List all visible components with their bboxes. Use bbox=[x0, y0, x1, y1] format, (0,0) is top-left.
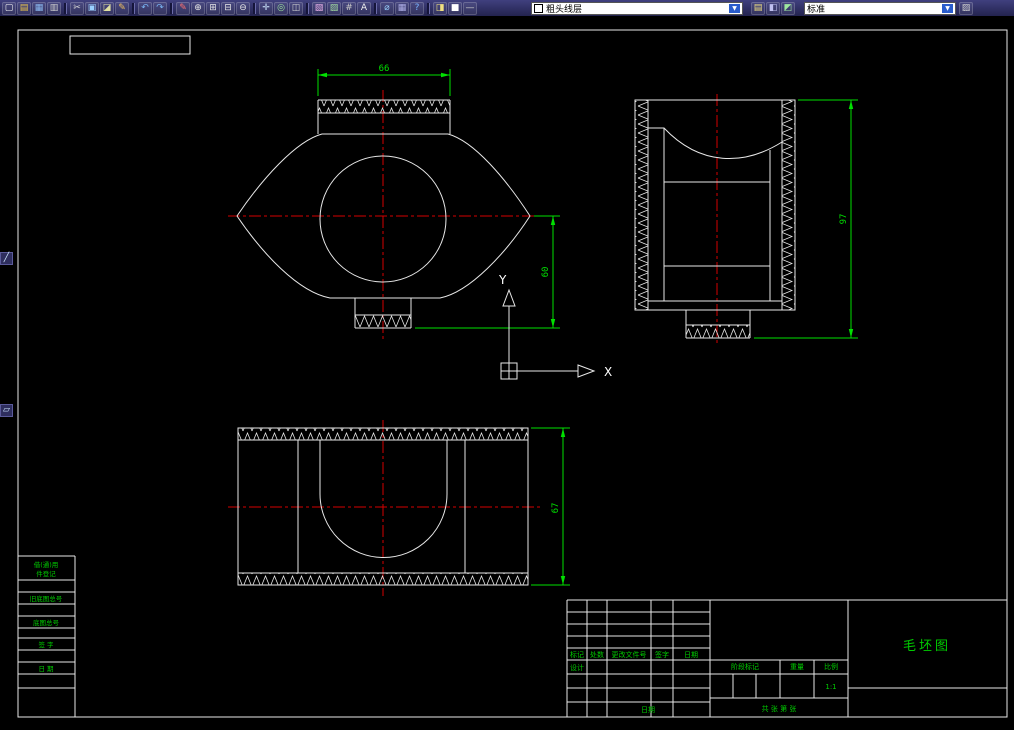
orbit-icon[interactable]: ◎ bbox=[274, 1, 288, 15]
rev-header-signature: 签字 bbox=[655, 650, 669, 659]
zoom-realtime-icon[interactable]: ⊕ bbox=[191, 1, 205, 15]
toolbar-separator bbox=[132, 2, 135, 14]
distance-icon[interactable]: ⌀ bbox=[380, 1, 394, 15]
erase-icon[interactable]: ▱ bbox=[0, 404, 13, 417]
date-row-label: 日 期 bbox=[38, 665, 54, 673]
front-view: 66 60 bbox=[228, 64, 560, 342]
redraw-icon[interactable]: ✎ bbox=[176, 1, 190, 15]
rev-header-change-doc: 更改文件号 bbox=[612, 650, 647, 659]
ucs-y-label: Y bbox=[498, 273, 507, 287]
linetype-icon[interactable]: — bbox=[463, 1, 477, 15]
layer-combo-arrow-icon[interactable]: ▼ bbox=[729, 3, 740, 13]
front-width-dimension: 66 bbox=[379, 64, 390, 74]
save-icon[interactable]: ▦ bbox=[32, 1, 46, 15]
toolbar-separator bbox=[253, 2, 256, 14]
top-view: 67 bbox=[228, 420, 570, 596]
match-properties-icon[interactable]: ✎ bbox=[115, 1, 129, 15]
side-height-dimension: 97 bbox=[839, 214, 849, 225]
scale-value: 1:1 bbox=[825, 683, 836, 691]
borrow-label-line1: 借(通)用 bbox=[34, 560, 59, 569]
cut-icon[interactable]: ✂ bbox=[70, 1, 84, 15]
signature-label: 签 字 bbox=[38, 640, 54, 649]
hatch-icon[interactable]: ▨ bbox=[327, 1, 341, 15]
rev-header-mark: 标记 bbox=[570, 650, 584, 659]
rev-header-count: 处数 bbox=[590, 650, 604, 659]
toolbar-separator bbox=[374, 2, 377, 14]
toolbar-right-group: ▨ bbox=[959, 1, 973, 15]
toolbar-mid-group: ▤ ◧ ◩ bbox=[751, 1, 795, 15]
draw-line-icon[interactable]: ╱ bbox=[0, 252, 13, 265]
sheet-frame bbox=[17, 29, 1008, 718]
help-icon[interactable]: ? bbox=[410, 1, 424, 15]
color-control-icon[interactable]: ■ bbox=[448, 1, 462, 15]
top-height-dimension: 67 bbox=[551, 503, 561, 514]
layer-color-swatch bbox=[534, 3, 543, 13]
rev-header-date: 日期 bbox=[684, 651, 698, 659]
stage-mark-label: 阶段标记 bbox=[731, 662, 759, 671]
zoom-out-icon[interactable]: ⊖ bbox=[236, 1, 250, 15]
layer-previous-icon[interactable]: ◧ bbox=[766, 1, 780, 15]
borrow-label-line2: 件登记 bbox=[36, 569, 56, 578]
front-height-dimension: 60 bbox=[541, 267, 551, 278]
style-combo-value: 标准 bbox=[807, 4, 826, 15]
layer-states-icon[interactable]: ◨ bbox=[433, 1, 447, 15]
copy-icon[interactable]: ▣ bbox=[85, 1, 99, 15]
undo-icon[interactable]: ↶ bbox=[138, 1, 152, 15]
new-icon[interactable]: ▢ bbox=[2, 1, 16, 15]
scale-label: 比例 bbox=[824, 662, 838, 671]
sheet-count-label: 共 张 第 张 bbox=[762, 704, 797, 713]
toolbar: ▢ ▤ ▦ ▥ ✂ ▣ ◪ ✎ ↶ ↷ ✎ ⊕ ⊞ ⊟ ⊖ ✛ ◎ ◫ ▧ ▨ # A ⌀ ▦? ◨ ■ — 粗头线层 ▼ ▤ ◧ ◩ … bbox=[0, 0, 1014, 16]
text-icon[interactable]: A bbox=[357, 1, 371, 15]
calculator-icon[interactable]: ▦ bbox=[395, 1, 409, 15]
tracing-no-label: 底图总号 bbox=[33, 618, 60, 627]
block-icon[interactable]: ▧ bbox=[312, 1, 326, 15]
drawing-canvas[interactable]: 66 60 97 67 Y X 标记 处数 更改文件号 签字 日期 设计 日期 … bbox=[0, 16, 1014, 726]
open-icon[interactable]: ▤ bbox=[17, 1, 31, 15]
plot-icon[interactable]: ▥ bbox=[47, 1, 61, 15]
toolbar-separator bbox=[64, 2, 67, 14]
ucs-icon: Y X bbox=[498, 273, 612, 380]
pan-icon[interactable]: ✛ bbox=[259, 1, 273, 15]
toolbar-separator bbox=[306, 2, 309, 14]
named-views-icon[interactable]: ◫ bbox=[289, 1, 303, 15]
drawing-title: 毛坯图 bbox=[903, 639, 951, 654]
zoom-previous-icon[interactable]: ⊟ bbox=[221, 1, 235, 15]
toolbar-separator bbox=[170, 2, 173, 14]
left-register-block: 借(通)用 件登记 旧底图总号 底图总号 签 字 日 期 bbox=[18, 555, 76, 717]
style-combo[interactable]: 标准 ▼ bbox=[804, 1, 956, 15]
side-view: 97 bbox=[634, 94, 858, 346]
ucs-x-label: X bbox=[604, 365, 612, 379]
layer-combo[interactable]: 粗头线层 ▼ bbox=[531, 1, 743, 15]
toolbar-left-group: ▢ ▤ ▦ ▥ ✂ ▣ ◪ ✎ ↶ ↷ ✎ ⊕ ⊞ ⊟ ⊖ ✛ ◎ ◫ ▧ ▨ # A ⌀ ▦? ◨ ■ — bbox=[2, 1, 477, 15]
properties-panel-icon[interactable]: ▨ bbox=[959, 1, 973, 15]
style-combo-arrow-icon[interactable]: ▼ bbox=[942, 3, 953, 13]
drawing-svg: 66 60 97 67 Y X 标记 处数 更改文件号 签字 日期 设计 日期 … bbox=[17, 29, 1008, 718]
toolbar-separator bbox=[427, 2, 430, 14]
layer-combo-value: 粗头线层 bbox=[546, 4, 583, 15]
date-label: 日期 bbox=[641, 706, 655, 714]
table-icon[interactable]: # bbox=[342, 1, 356, 15]
layer-properties-icon[interactable]: ▤ bbox=[751, 1, 765, 15]
redo-icon[interactable]: ↷ bbox=[153, 1, 167, 15]
weight-label: 重量 bbox=[790, 663, 804, 671]
paste-icon[interactable]: ◪ bbox=[100, 1, 114, 15]
title-block: 标记 处数 更改文件号 签字 日期 设计 日期 阶段标记 重量 比例 1:1 共… bbox=[566, 599, 1007, 717]
zoom-window-icon[interactable]: ⊞ bbox=[206, 1, 220, 15]
make-object-layer-icon[interactable]: ◩ bbox=[781, 1, 795, 15]
old-tracing-no-label: 旧底图总号 bbox=[30, 594, 63, 603]
designer-label: 设计 bbox=[570, 663, 584, 672]
